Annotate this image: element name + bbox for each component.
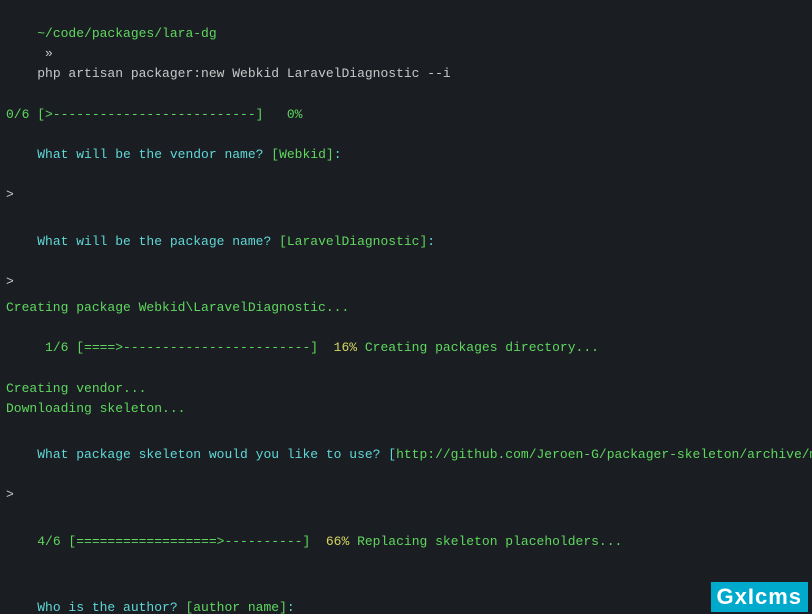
progress-line-1: 1/6 [====>------------------------] 16% …	[6, 318, 806, 378]
info-creating-package: Creating package Webkid\LaravelDiagnosti…	[6, 298, 806, 318]
info-downloading-skeleton: Downloading skeleton...	[6, 399, 806, 419]
input-skeleton: >	[6, 485, 806, 505]
question-author: Who is the author? [author name]:	[6, 578, 806, 614]
input-package: >	[6, 272, 806, 292]
progress-line-0: 0/6 [>--------------------------] 0%	[6, 105, 806, 125]
question-vendor: What will be the vendor name? [Webkid]:	[6, 125, 806, 185]
terminal-line: ~/code/packages/lara-dg » php artisan pa…	[6, 4, 806, 105]
question-skeleton: What package skeleton would you like to …	[6, 425, 806, 485]
prompt-path: ~/code/packages/lara-dg	[37, 26, 216, 41]
input-vendor: >	[6, 185, 806, 205]
command-text: php artisan packager:new Webkid LaravelD…	[37, 66, 450, 81]
prompt-separator: »	[37, 46, 60, 61]
watermark-badge: GxIcms	[711, 582, 809, 612]
progress-line-4: 4/6 [==================>----------] 66% …	[6, 511, 806, 571]
question-package: What will be the package name? [LaravelD…	[6, 211, 806, 271]
info-creating-vendor: Creating vendor...	[6, 379, 806, 399]
terminal-window: ~/code/packages/lara-dg » php artisan pa…	[0, 0, 812, 614]
